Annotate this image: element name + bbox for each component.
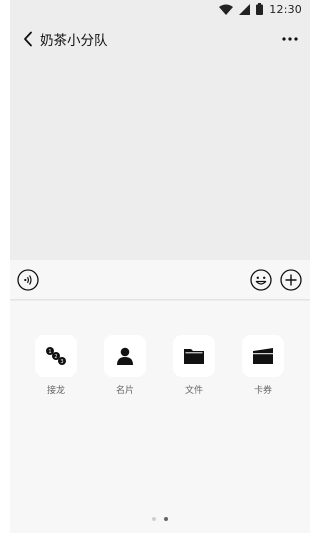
svg-text:3: 3 (60, 359, 63, 365)
chat-screen: 12:30 奶茶小分队 1 2 3 接龙 名片 文件 卡券 (10, 0, 310, 533)
relay-icon: 1 2 3 (46, 347, 66, 365)
tool-file-label: 文件 (184, 386, 203, 396)
page-dot[interactable] (152, 517, 156, 521)
message-area[interactable] (10, 56, 310, 260)
folder-icon (184, 349, 204, 364)
chevron-left-icon (24, 31, 32, 47)
coupon-icon (253, 348, 273, 364)
more-functions-button[interactable] (280, 269, 302, 291)
svg-text:2: 2 (54, 354, 57, 360)
chat-title: 奶茶小分队 (40, 33, 108, 49)
tool-coupon-tile[interactable] (242, 335, 284, 377)
emoji-icon (250, 269, 272, 291)
tool-contact-card-label: 名片 (115, 386, 134, 396)
more-dots-icon (282, 37, 298, 41)
tool-contact-card[interactable]: 名片 (100, 335, 150, 396)
tool-file[interactable]: 文件 (169, 335, 219, 396)
title-bar: 奶茶小分队 (10, 22, 310, 56)
voice-icon (17, 269, 39, 291)
tool-file-tile[interactable] (173, 335, 215, 377)
more-options-button[interactable] (278, 27, 302, 51)
page-indicator (10, 517, 310, 523)
page-dot-active[interactable] (164, 517, 168, 521)
contact-card-icon (117, 347, 133, 365)
back-button[interactable] (16, 27, 40, 51)
tool-coupon-label: 卡券 (253, 386, 272, 396)
svg-text:1: 1 (48, 349, 51, 355)
tool-contact-card-tile[interactable] (104, 335, 146, 377)
status-bar: 12:30 (10, 0, 310, 18)
signal-icon (239, 3, 251, 15)
status-time: 12:30 (269, 2, 302, 16)
tool-relay[interactable]: 1 2 3 接龙 (31, 335, 81, 396)
emoji-button[interactable] (250, 269, 272, 291)
tool-coupon[interactable]: 卡券 (238, 335, 288, 396)
tool-relay-label: 接龙 (46, 386, 65, 396)
plus-circle-icon (280, 269, 302, 291)
tool-relay-tile[interactable]: 1 2 3 (35, 335, 77, 377)
input-bar (10, 260, 310, 300)
function-panel: 1 2 3 接龙 名片 文件 卡券 (10, 301, 310, 533)
message-input[interactable] (46, 265, 254, 297)
voice-input-button[interactable] (17, 269, 39, 291)
wifi-icon (219, 4, 234, 15)
battery-icon (256, 3, 264, 15)
